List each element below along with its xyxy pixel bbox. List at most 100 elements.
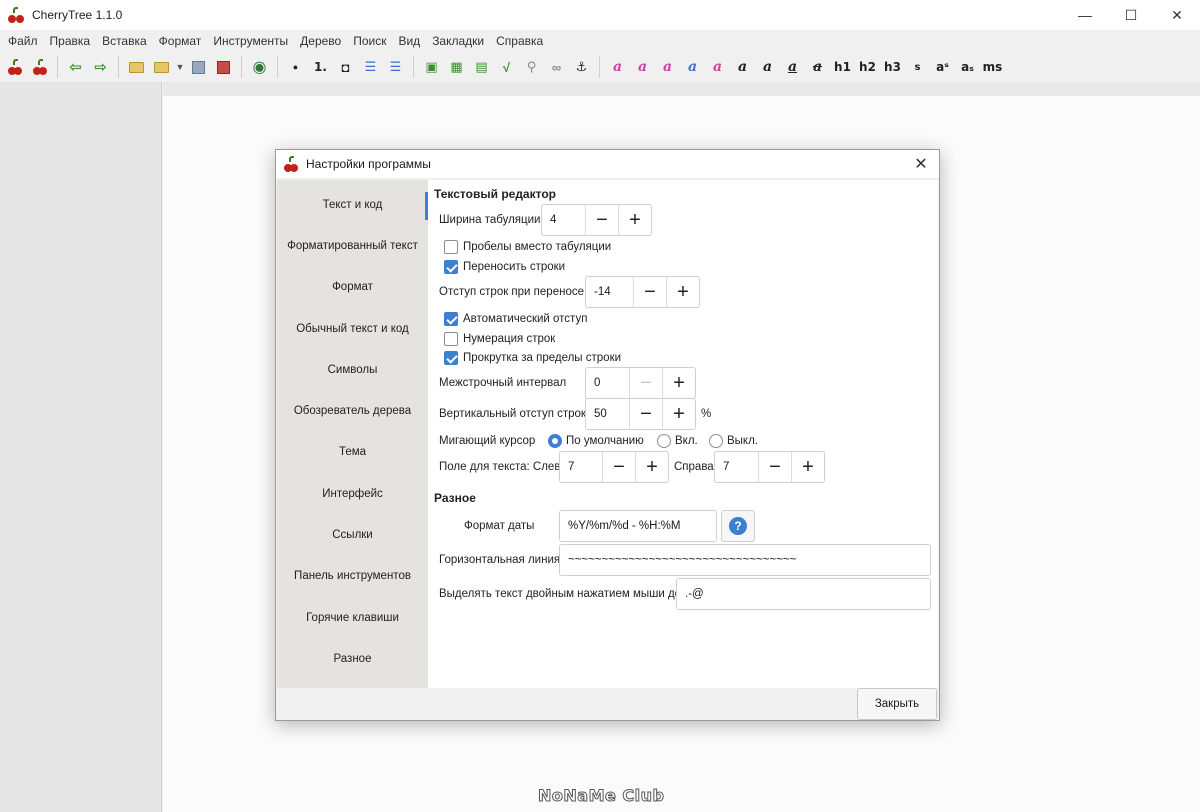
open-recent-button[interactable]	[149, 54, 174, 80]
h2-button[interactable]: h2	[855, 54, 880, 80]
search-tree-button[interactable]: ◉	[247, 54, 272, 80]
date-format-help-button[interactable]: ?	[721, 510, 755, 542]
numbered-list-button[interactable]: 1.	[308, 54, 333, 80]
h3-button[interactable]: h3	[880, 54, 905, 80]
vertical-margin-increment[interactable]: +	[662, 399, 695, 429]
margin-left-input[interactable]: 7	[560, 452, 602, 482]
margin-right-increment[interactable]: +	[791, 452, 824, 482]
sidebar-item-theme[interactable]: Тема	[277, 431, 428, 472]
remove-format-button[interactable]: a	[655, 54, 680, 80]
cursor-on-radio[interactable]	[657, 434, 671, 448]
cursor-default-radio[interactable]	[548, 434, 562, 448]
close-window-icon[interactable]: ✕	[1154, 0, 1200, 30]
export-button[interactable]	[211, 54, 236, 80]
wrap-lines-option[interactable]: Переносить строки	[444, 258, 565, 276]
menu-tree[interactable]: Дерево	[294, 30, 347, 52]
wrap-indent-decrement[interactable]: −	[633, 277, 666, 307]
sidebar-item-format[interactable]: Формат	[277, 266, 428, 307]
close-button[interactable]: Закрыть	[857, 688, 937, 720]
superscript-button[interactable]: aˢ	[930, 54, 955, 80]
dblclick-chars-input[interactable]: .-@	[676, 578, 931, 610]
small-button[interactable]: s	[905, 54, 930, 80]
menu-view[interactable]: Вид	[392, 30, 426, 52]
margin-left-increment[interactable]: +	[635, 452, 668, 482]
vertical-margin-input[interactable]: 50	[586, 399, 629, 429]
bulleted-list-button[interactable]: ●	[283, 54, 308, 80]
h1-button[interactable]: h1	[830, 54, 855, 80]
highlight-button[interactable]: a	[705, 54, 730, 80]
menu-bookmarks[interactable]: Закладки	[426, 30, 490, 52]
monospace-button[interactable]: ms	[980, 54, 1005, 80]
close-icon[interactable]: ✕	[911, 154, 931, 174]
add-subnode-button[interactable]	[27, 54, 52, 80]
insert-table-button[interactable]: ▦	[444, 54, 469, 80]
insert-link-button[interactable]: ∞	[544, 54, 569, 80]
line-spacing-increment[interactable]: +	[662, 368, 695, 398]
menu-insert[interactable]: Вставка	[96, 30, 153, 52]
open-file-button[interactable]	[124, 54, 149, 80]
line-spacing-input[interactable]: 0	[586, 368, 629, 398]
sidebar-item-links[interactable]: Ссылки	[277, 514, 428, 555]
todo-list-button[interactable]: ◘	[333, 54, 358, 80]
wrap-lines-checkbox[interactable]	[444, 260, 458, 274]
underline-button[interactable]: a	[780, 54, 805, 80]
menu-search[interactable]: Поиск	[347, 30, 392, 52]
italic-button[interactable]: a	[755, 54, 780, 80]
sidebar-item-tree-explorer[interactable]: Обозреватель дерева	[277, 390, 428, 431]
menu-edit[interactable]: Правка	[44, 30, 97, 52]
subscript-button[interactable]: aₛ	[955, 54, 980, 80]
menu-file[interactable]: Файл	[2, 30, 44, 52]
sidebar-item-plain-text[interactable]: Обычный текст и код	[277, 308, 428, 349]
sidebar-item-rich-text[interactable]: Форматированный текст	[277, 225, 428, 266]
line-numbers-option[interactable]: Нумерация строк	[444, 330, 555, 348]
tab-width-increment[interactable]: +	[618, 205, 651, 235]
outdent-button[interactable]: ☰	[358, 54, 383, 80]
cursor-on-option[interactable]: Вкл.	[657, 432, 698, 450]
tree-pane[interactable]	[0, 82, 162, 812]
horizontal-rule-input[interactable]: ~~~~~~~~~~~~~~~~~~~~~~~~~~~~~~~~~~	[559, 544, 931, 576]
maximize-icon[interactable]: ☐	[1108, 0, 1154, 30]
insert-latex-button[interactable]: √	[494, 54, 519, 80]
sidebar-item-text-code[interactable]: Текст и код	[277, 184, 428, 225]
insert-codebox-button[interactable]: ▤	[469, 54, 494, 80]
line-spacing-decrement[interactable]: −	[629, 368, 662, 398]
scroll-beyond-checkbox[interactable]	[444, 351, 458, 365]
sidebar-item-toolbar[interactable]: Панель инструментов	[277, 555, 428, 596]
wrap-indent-input[interactable]: -14	[586, 277, 633, 307]
auto-indent-checkbox[interactable]	[444, 312, 458, 326]
sidebar-item-hotkeys[interactable]: Горячие клавиши	[277, 597, 428, 638]
menu-format[interactable]: Формат	[153, 30, 208, 52]
margin-left-decrement[interactable]: −	[602, 452, 635, 482]
cursor-off-option[interactable]: Выкл.	[709, 432, 758, 450]
cursor-default-option[interactable]: По умолчанию	[548, 432, 644, 450]
spaces-instead-tabs-checkbox[interactable]	[444, 240, 458, 254]
insert-attachment-button[interactable]: ⚲	[519, 54, 544, 80]
margin-right-decrement[interactable]: −	[758, 452, 791, 482]
bold-button[interactable]: a	[730, 54, 755, 80]
recent-dropdown[interactable]: ▼	[174, 54, 186, 80]
spaces-instead-tabs-option[interactable]: Пробелы вместо табуляции	[444, 238, 611, 256]
tab-width-decrement[interactable]: −	[585, 205, 618, 235]
fg-color-button[interactable]: a	[605, 54, 630, 80]
auto-indent-option[interactable]: Автоматический отступ	[444, 310, 587, 328]
save-button[interactable]	[186, 54, 211, 80]
tab-width-input[interactable]: 4	[542, 205, 585, 235]
wrap-indent-increment[interactable]: +	[666, 277, 699, 307]
bg-color-button[interactable]: a	[630, 54, 655, 80]
sidebar-item-interface[interactable]: Интерфейс	[277, 473, 428, 514]
line-numbers-checkbox[interactable]	[444, 332, 458, 346]
menu-tools[interactable]: Инструменты	[207, 30, 294, 52]
sidebar-item-misc[interactable]: Разное	[277, 638, 428, 679]
insert-anchor-button[interactable]: ⚓	[569, 54, 594, 80]
scroll-beyond-option[interactable]: Прокрутка за пределы строки	[444, 349, 621, 367]
insert-image-button[interactable]: ▣	[419, 54, 444, 80]
go-back-button[interactable]: ⇦	[63, 54, 88, 80]
date-format-input[interactable]: %Y/%m/%d - %H:%M	[559, 510, 717, 542]
indent-button[interactable]: ☰	[383, 54, 408, 80]
sidebar-item-symbols[interactable]: Символы	[277, 349, 428, 390]
add-node-button[interactable]	[2, 54, 27, 80]
strikethrough-button[interactable]: a	[805, 54, 830, 80]
cursor-off-radio[interactable]	[709, 434, 723, 448]
menu-help[interactable]: Справка	[490, 30, 549, 52]
minimize-icon[interactable]: —	[1062, 0, 1108, 30]
